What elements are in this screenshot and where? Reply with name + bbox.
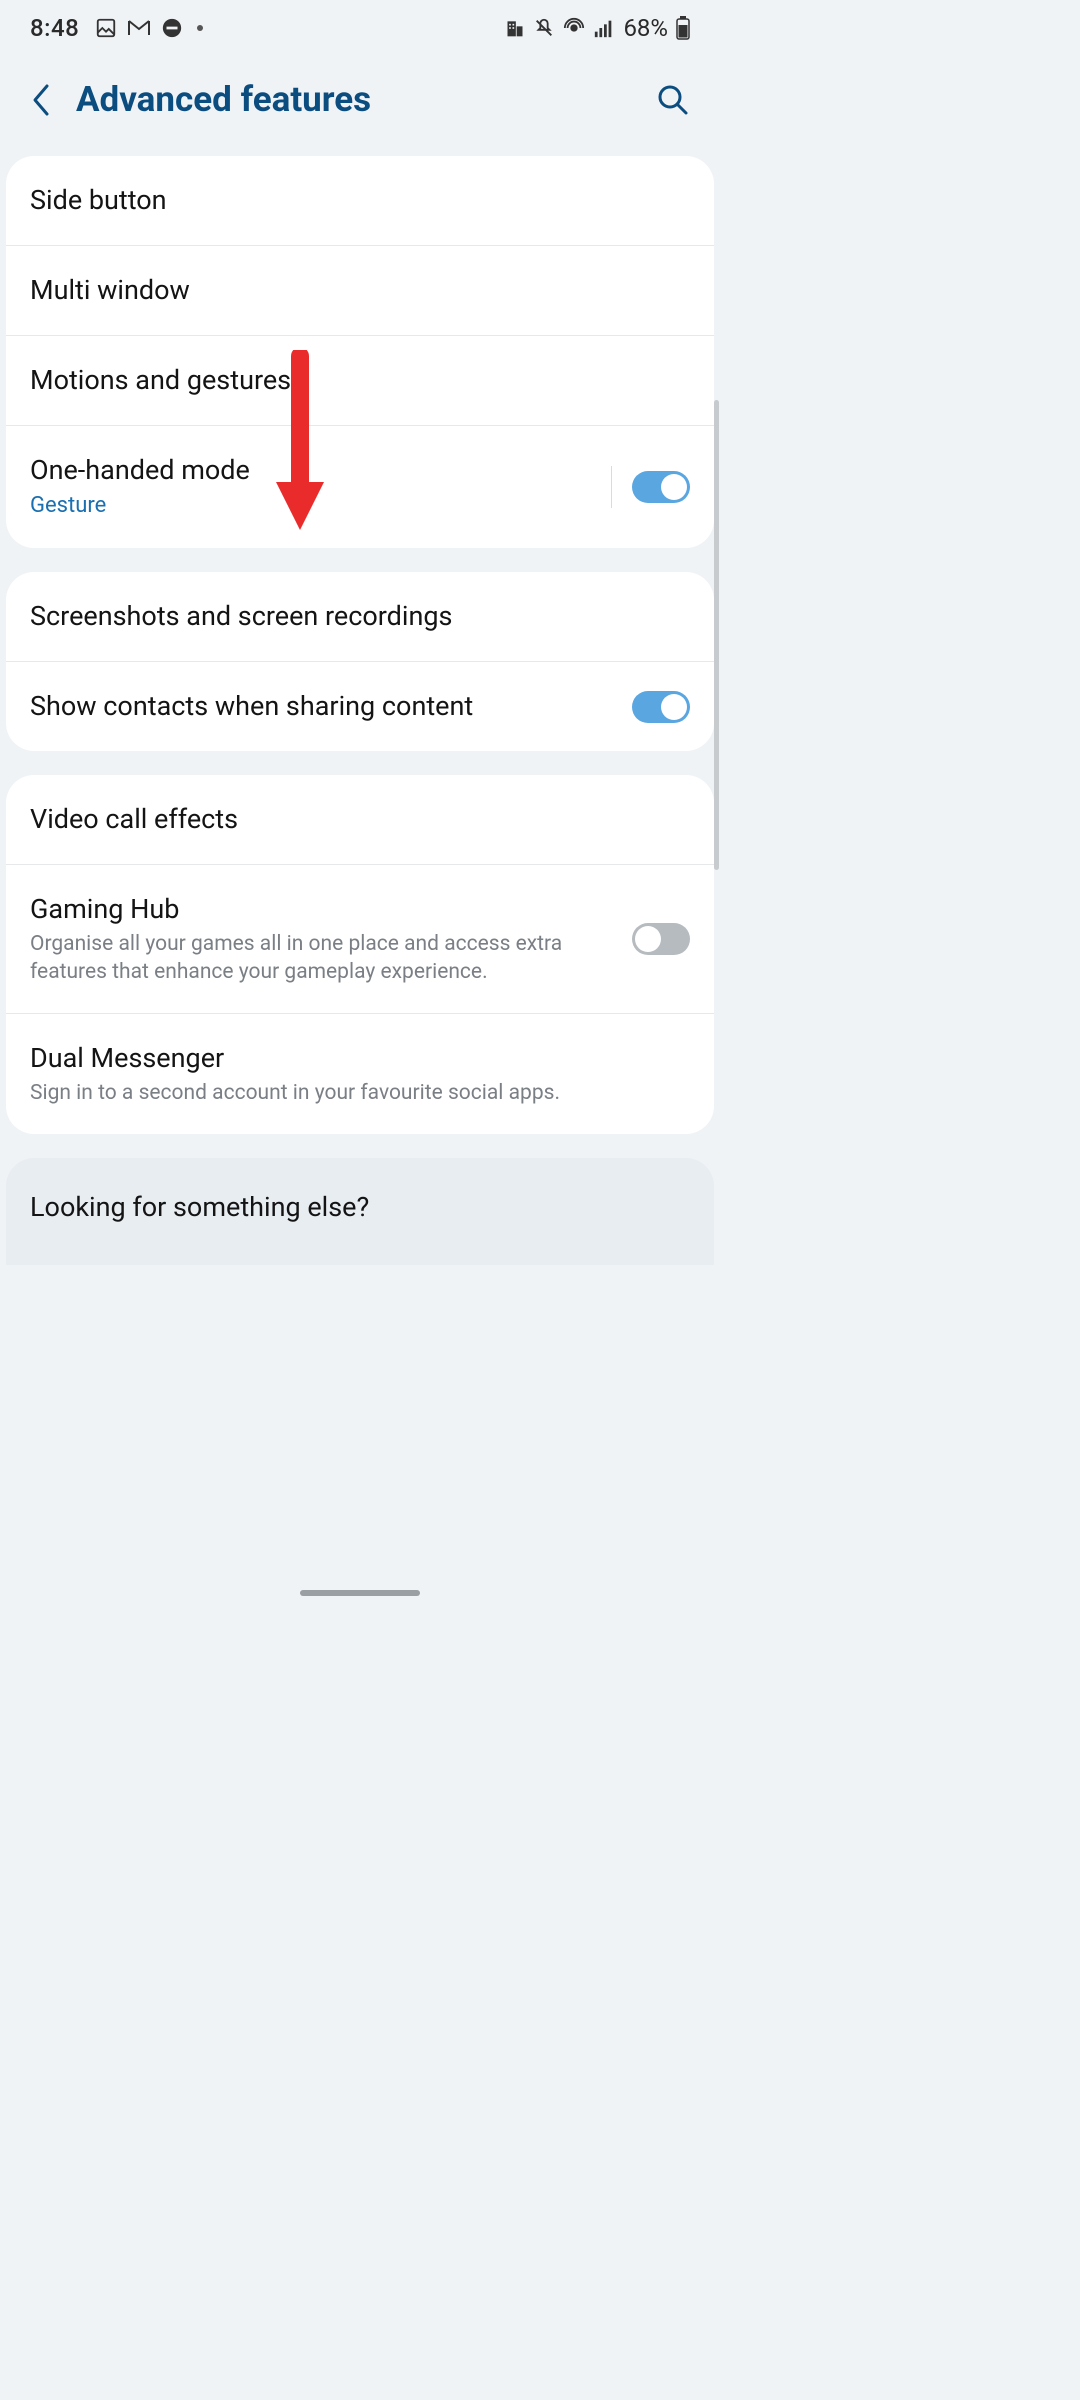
settings-row-screenshots[interactable]: Screenshots and screen recordings [6,572,714,661]
page-title: Advanced features [76,79,634,120]
row-label: Side button [30,183,690,218]
suggestions-heading-row[interactable]: Looking for something else? [6,1158,714,1225]
settings-group: Screenshots and screen recordings Show c… [6,572,714,751]
settings-row-gaming-hub[interactable]: Gaming Hub Organise all your games all i… [6,864,714,1013]
settings-row-motions-gestures[interactable]: Motions and gestures [6,335,714,425]
page-header: Advanced features [0,55,720,156]
back-button[interactable] [30,82,54,118]
search-button[interactable] [656,83,690,117]
settings-group: Video call effects Gaming Hub Organise a… [6,775,714,1134]
settings-row-one-handed-mode[interactable]: One-handed mode Gesture [6,425,714,548]
row-label: One-handed mode [30,453,587,488]
row-label: Motions and gestures [30,363,690,398]
row-label: Gaming Hub [30,892,616,927]
row-label: Screenshots and screen recordings [30,599,690,634]
scrollbar[interactable] [714,400,719,870]
toggle-show-contacts[interactable] [632,691,690,723]
settings-row-dual-messenger[interactable]: Dual Messenger Sign in to a second accou… [6,1013,714,1134]
settings-row-side-button[interactable]: Side button [6,156,714,245]
row-subtext: Organise all your games all in one place… [30,931,616,986]
settings-content: Side button Multi window Motions and ges… [0,156,720,1265]
status-time: 8:48 [30,14,79,42]
toggle-gaming-hub[interactable] [632,923,690,955]
row-label: Multi window [30,273,690,308]
dnd-icon [161,17,183,39]
suggestions-title: Looking for something else? [30,1190,690,1225]
row-subtext: Sign in to a second account in your favo… [30,1080,690,1107]
more-notifications-icon [197,25,203,31]
suggestions-card: Looking for something else? [6,1158,714,1265]
row-label: Dual Messenger [30,1041,690,1076]
battery-icon [676,16,690,40]
vibrate-icon [533,17,555,39]
picture-icon [95,17,117,39]
signal-icon [593,17,615,39]
settings-row-video-call-effects[interactable]: Video call effects [6,775,714,864]
row-subtext: Gesture [30,492,587,521]
toggle-one-handed-mode[interactable] [632,471,690,503]
settings-row-multi-window[interactable]: Multi window [6,245,714,335]
navigation-handle[interactable] [300,1590,420,1596]
row-label: Show contacts when sharing content [30,689,616,724]
hotspot-icon [563,17,585,39]
status-battery-pct: 68% [623,14,668,42]
status-bar: 8:48 68% [0,0,720,55]
buildings-icon [505,18,525,38]
gmail-icon [127,19,151,37]
row-label: Video call effects [30,802,690,837]
settings-row-show-contacts[interactable]: Show contacts when sharing content [6,661,714,751]
vertical-separator [611,466,612,508]
settings-group: Side button Multi window Motions and ges… [6,156,714,548]
